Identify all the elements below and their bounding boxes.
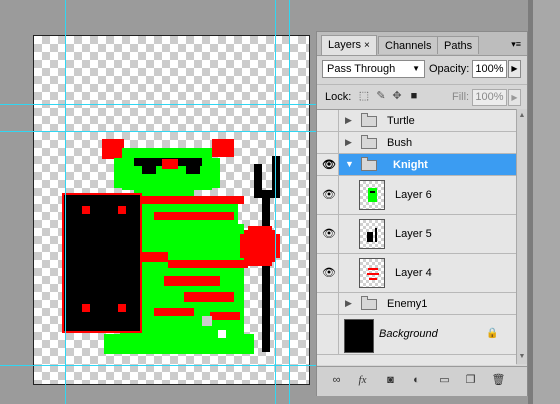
lock-all-icon[interactable]: ■ <box>408 90 420 102</box>
lock-position-icon[interactable]: ✥ <box>391 90 403 102</box>
link-layers-icon[interactable]: ∞ <box>329 373 344 388</box>
guide-line-horizontal <box>0 365 318 366</box>
new-group-icon[interactable]: ▭ <box>437 373 452 388</box>
eye-icon: 👁 <box>322 267 336 279</box>
knight-sprite-artwork <box>62 139 280 354</box>
guide-line-vertical <box>289 0 290 404</box>
workspace-edge <box>528 0 560 404</box>
close-icon[interactable]: × <box>364 40 370 51</box>
lock-transparent-pixels-icon[interactable]: ⬚ <box>358 90 370 102</box>
visibility-toggle[interactable] <box>317 132 339 153</box>
layer-row-layer-6[interactable]: 👁 Layer 6 <box>317 176 516 215</box>
panel-menu-icon[interactable]: ▾≡ <box>511 39 521 50</box>
layer-name: Layer 5 <box>395 228 432 240</box>
image-canvas[interactable] <box>33 35 310 385</box>
layer-name: Layer 6 <box>395 189 432 201</box>
panel-tabs: Layers × Channels Paths ▾≡ <box>317 32 527 56</box>
guide-line-vertical <box>275 0 276 404</box>
collapse-triangle-icon[interactable]: ▼ <box>345 159 354 169</box>
layer-row-knight[interactable]: 👁 ▼ Knight <box>317 154 516 176</box>
expand-triangle-icon[interactable]: ▶ <box>345 137 352 148</box>
tab-paths[interactable]: Paths <box>437 36 480 54</box>
eye-icon: 👁 <box>322 189 336 201</box>
fill-label: Fill: <box>452 91 470 103</box>
fx-icon[interactable]: fx <box>355 373 370 388</box>
visibility-toggle[interactable]: 👁 <box>317 215 339 253</box>
tab-label: Channels <box>385 40 432 52</box>
lock-icon: 🔒 <box>486 328 499 339</box>
layer-row-enemy1[interactable]: ▶ Enemy1 <box>317 293 516 315</box>
folder-icon <box>361 296 377 310</box>
layer-thumbnail <box>359 180 385 210</box>
layers-panel-toolbar: ∞ fx ◙ ◐ ▭ ❐ 🗑 <box>317 366 527 396</box>
layer-row-layer-4[interactable]: 👁 Layer 4 <box>317 254 516 293</box>
layer-name: Knight <box>393 159 428 171</box>
lock-row: Lock: ⬚ ✎ ✥ ■ Fill: 100% ▶ <box>317 84 527 109</box>
layer-thumbnail <box>344 319 374 353</box>
chevron-down-icon: ▼ <box>412 64 420 73</box>
lock-label: Lock: <box>325 91 352 103</box>
visibility-toggle[interactable] <box>317 293 339 314</box>
scroll-down-arrow-icon[interactable]: ▼ <box>517 352 527 362</box>
blend-row: Pass Through ▼ Opacity: 100% ▶ <box>317 56 527 82</box>
adjustment-layer-icon[interactable]: ◐ <box>409 373 424 388</box>
guide-line-horizontal <box>0 131 318 132</box>
layers-scrollbar[interactable]: ▲ ▼ <box>516 109 527 364</box>
eye-icon: 👁 <box>322 158 336 171</box>
visibility-toggle[interactable] <box>317 110 339 131</box>
folder-icon <box>361 157 377 171</box>
layer-row-background[interactable]: Background 🔒 <box>317 315 516 355</box>
layer-name: Layer 4 <box>395 267 432 279</box>
delete-layer-icon[interactable]: 🗑 <box>491 373 506 388</box>
folder-icon <box>361 113 377 127</box>
layer-name: Bush <box>387 137 413 149</box>
layers-panel: Layers × Channels Paths ▾≡ Pass Through ▼… <box>316 31 528 396</box>
tab-label: Layers <box>328 39 362 51</box>
fill-input[interactable]: 100% <box>472 89 507 106</box>
folder-icon <box>361 135 377 149</box>
opacity-slider-arrow-icon[interactable]: ▶ <box>508 60 521 78</box>
layers-list: ▶ Turtle ▶ Bush 👁 ▼ Knight 👁 Layer 6 👁 L… <box>317 109 516 365</box>
opacity-input[interactable]: 100% <box>472 60 507 78</box>
tab-label: Paths <box>444 40 473 52</box>
visibility-toggle[interactable] <box>317 315 339 354</box>
layer-name: Background <box>379 328 438 340</box>
add-mask-icon[interactable]: ◙ <box>383 373 398 388</box>
visibility-toggle[interactable]: 👁 <box>317 254 339 292</box>
layer-thumbnail <box>359 219 385 249</box>
guide-line-horizontal <box>0 104 318 105</box>
opacity-label: Opacity: <box>429 63 470 75</box>
layer-row-layer-5[interactable]: 👁 Layer 5 <box>317 215 516 254</box>
lock-image-pixels-icon[interactable]: ✎ <box>375 90 387 102</box>
blend-mode-value: Pass Through <box>327 63 396 75</box>
eye-icon: 👁 <box>322 228 336 240</box>
layer-row-bush[interactable]: ▶ Bush <box>317 132 516 154</box>
guide-line-vertical <box>65 0 66 404</box>
scroll-up-arrow-icon[interactable]: ▲ <box>517 111 527 121</box>
tab-layers[interactable]: Layers × <box>321 35 377 55</box>
layer-name: Turtle <box>387 115 415 127</box>
layer-name: Enemy1 <box>387 298 428 310</box>
tab-channels[interactable]: Channels <box>378 36 439 54</box>
fill-slider-arrow-icon[interactable]: ▶ <box>508 89 521 106</box>
expand-triangle-icon[interactable]: ▶ <box>345 298 352 309</box>
visibility-toggle[interactable]: 👁 <box>317 154 339 175</box>
layer-row-turtle[interactable]: ▶ Turtle <box>317 110 516 132</box>
new-layer-icon[interactable]: ❐ <box>463 373 478 388</box>
expand-triangle-icon[interactable]: ▶ <box>345 115 352 126</box>
visibility-toggle[interactable]: 👁 <box>317 176 339 214</box>
layer-thumbnail <box>359 258 385 288</box>
blend-mode-select[interactable]: Pass Through ▼ <box>322 60 425 78</box>
